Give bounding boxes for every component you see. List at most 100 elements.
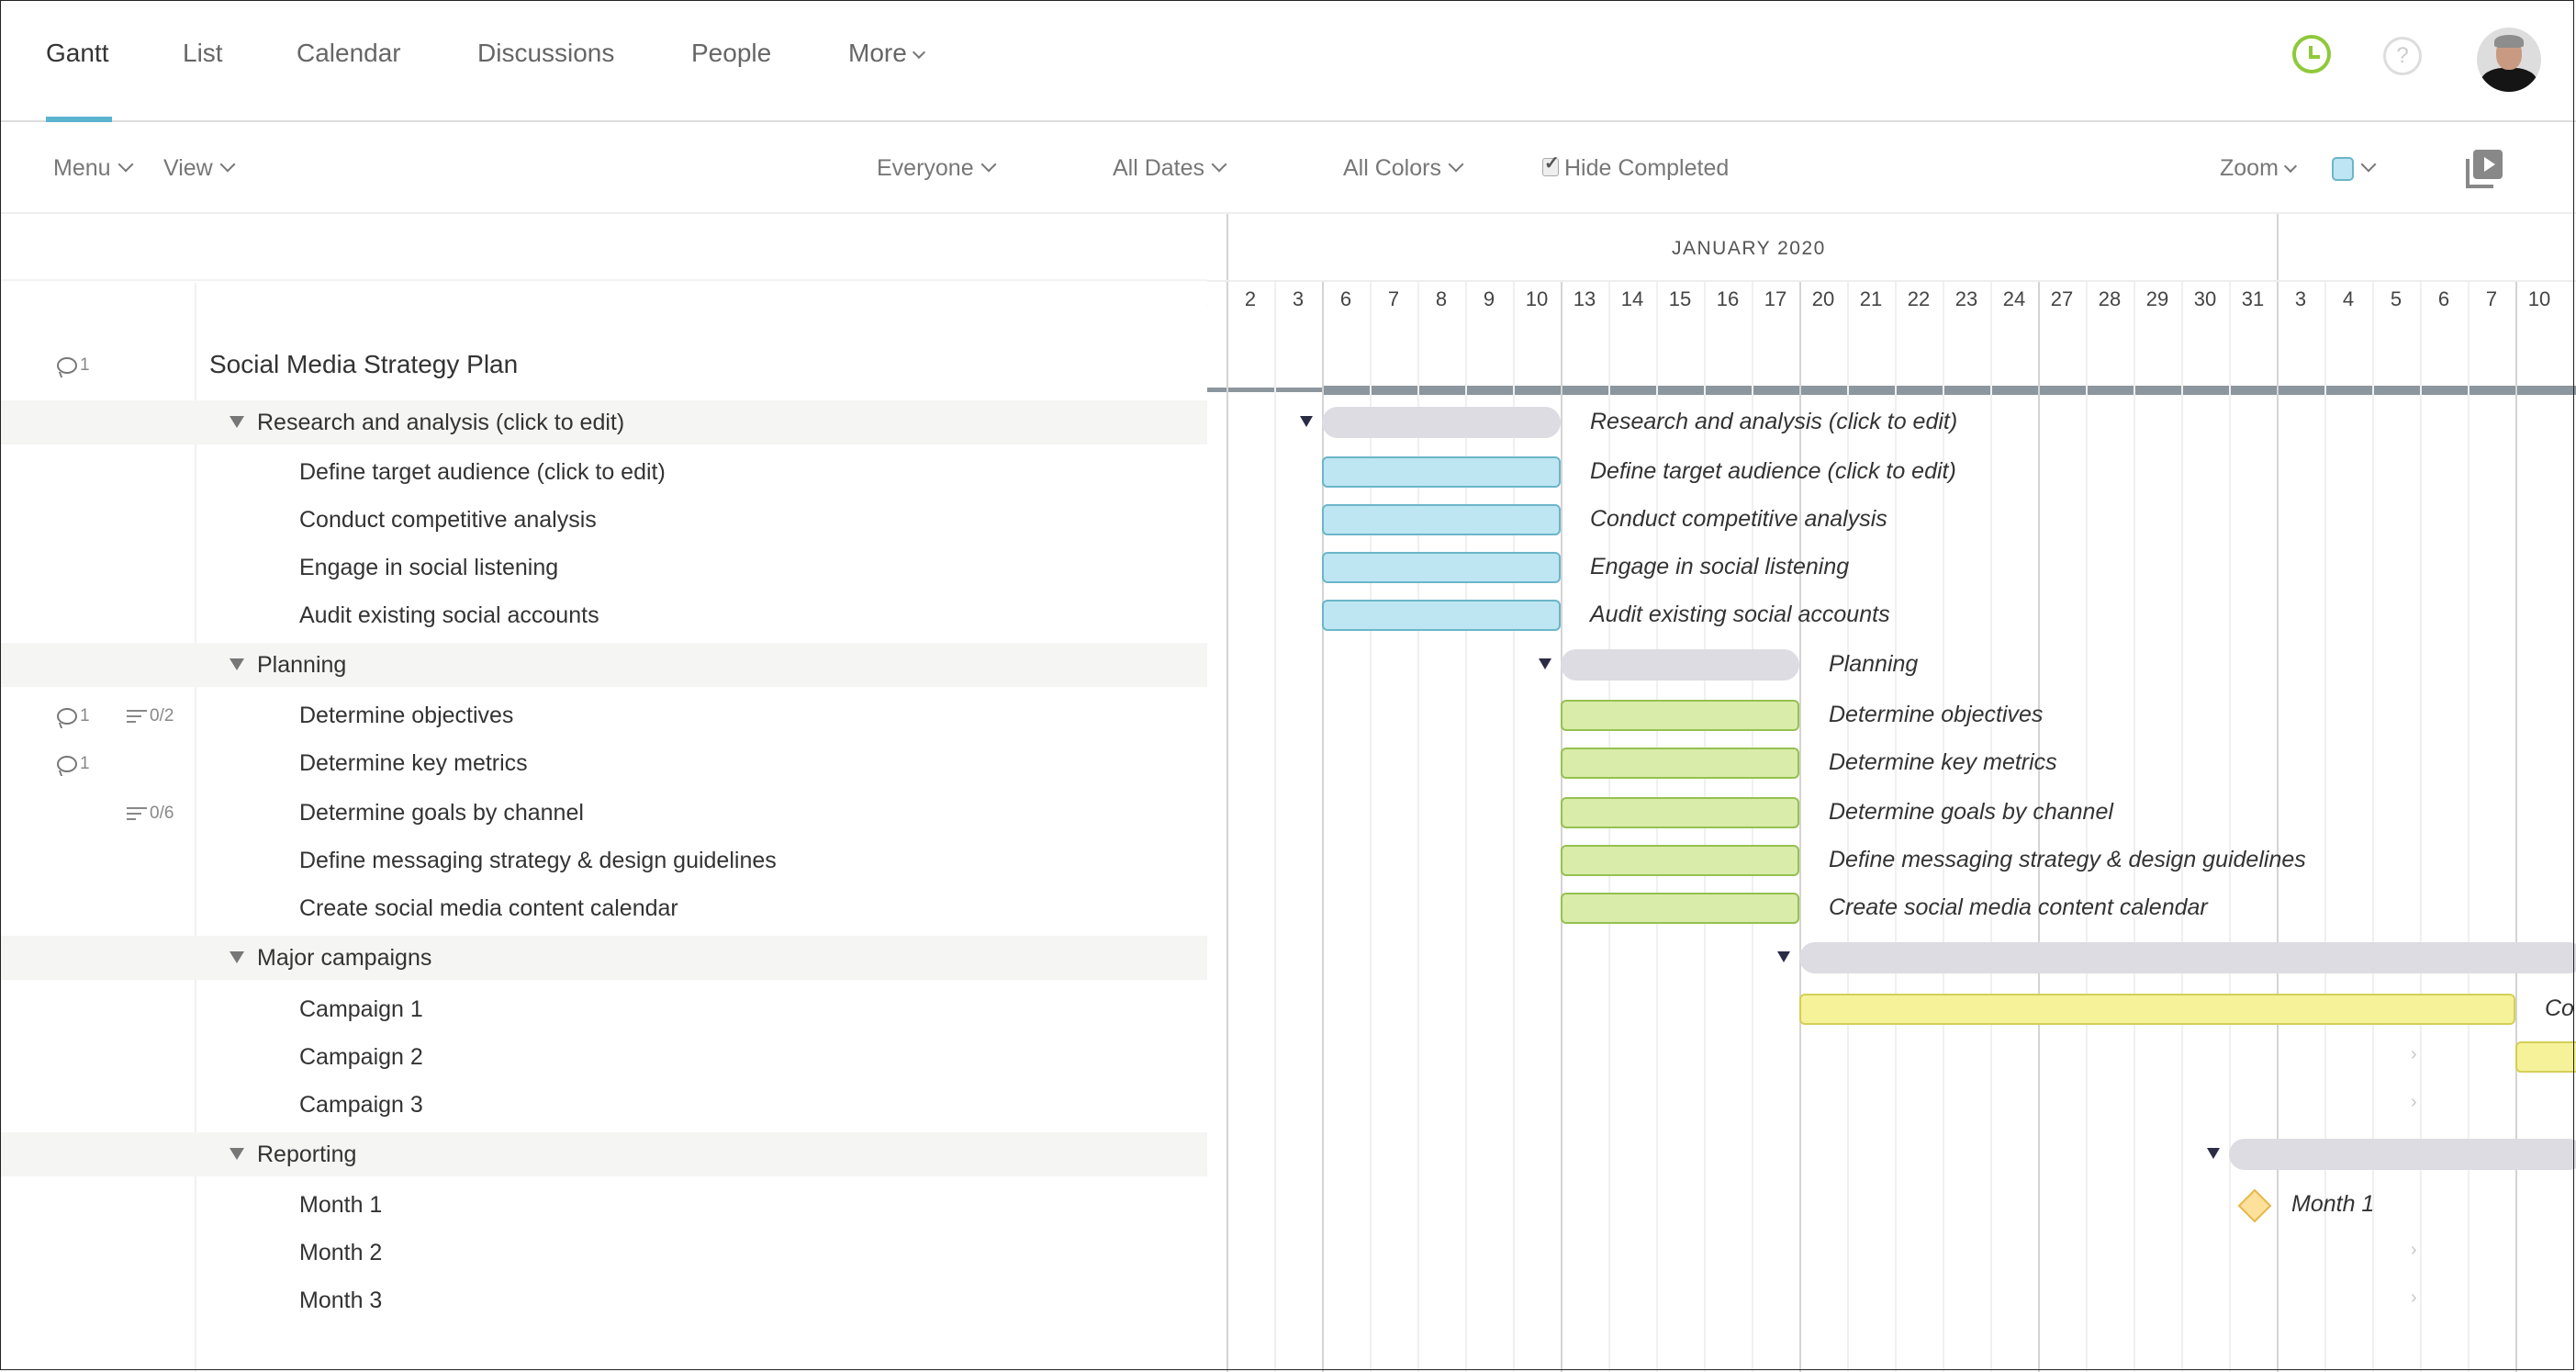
collapse-triangle-icon[interactable]	[230, 658, 244, 670]
task-bar[interactable]	[1561, 845, 1799, 876]
group-collapse-triangle-icon[interactable]	[1300, 416, 1313, 427]
bar-label: Research and analysis (click to edit)	[1590, 409, 1958, 434]
task-name[interactable]: Determine key metrics	[299, 750, 528, 777]
task-row[interactable]: Campaign 2	[0, 1035, 1207, 1079]
colors-filter[interactable]: All Colors	[1343, 155, 1464, 182]
group-row[interactable]: Major campaigns	[0, 936, 1207, 980]
task-name[interactable]: Determine goals by channel	[299, 800, 584, 827]
task-row[interactable]: 0/6 Determine goals by channel	[0, 791, 1207, 835]
time-tracking-clock-icon[interactable]	[2292, 35, 2331, 73]
tab-more[interactable]: More	[848, 39, 925, 68]
tab-discussions[interactable]: Discussions	[477, 39, 614, 68]
header-separator	[0, 279, 1207, 281]
collapse-triangle-icon[interactable]	[230, 951, 244, 963]
everyone-filter[interactable]: Everyone	[877, 155, 997, 182]
task-name[interactable]: Engage in social listening	[299, 555, 558, 581]
task-name[interactable]: Determine objectives	[299, 703, 513, 729]
group-row[interactable]: Research and analysis (click to edit)	[0, 400, 1207, 444]
dates-filter[interactable]: All Dates	[1113, 155, 1227, 182]
checklist-count[interactable]: 0/6	[127, 804, 174, 824]
task-row[interactable]: Month 2	[0, 1231, 1207, 1275]
comment-count[interactable]: 1	[57, 754, 90, 774]
task-bar[interactable]	[1561, 748, 1799, 779]
task-row[interactable]: Define messaging strategy & design guide…	[0, 838, 1207, 883]
group-name[interactable]: Planning	[257, 652, 346, 679]
task-bar[interactable]	[1322, 504, 1561, 535]
task-name[interactable]: Campaign 3	[299, 1092, 423, 1119]
comment-count[interactable]: 1	[57, 355, 90, 376]
group-collapse-triangle-icon[interactable]	[2207, 1148, 2220, 1159]
task-name[interactable]: Create social media content calendar	[299, 895, 678, 922]
task-row[interactable]: Audit existing social accounts	[0, 593, 1207, 637]
task-name[interactable]: Month 1	[299, 1192, 382, 1219]
task-bar[interactable]	[1561, 797, 1799, 828]
grid-line	[2420, 280, 2422, 1372]
task-row[interactable]: Conduct competitive analysis	[0, 498, 1207, 542]
day-label: 15	[1668, 287, 1692, 310]
task-bar[interactable]	[1322, 456, 1561, 488]
task-name[interactable]: Campaign 1	[299, 996, 423, 1023]
checklist-count[interactable]: 0/2	[127, 706, 174, 726]
day-label: 21	[1859, 287, 1883, 310]
comment-count[interactable]: 1	[57, 706, 90, 726]
color-swatch	[2332, 157, 2354, 182]
group-collapse-triangle-icon[interactable]	[1777, 951, 1790, 962]
tab-gantt[interactable]: Gantt	[46, 39, 108, 68]
group-name[interactable]: Research and analysis (click to edit)	[257, 410, 624, 436]
collapse-triangle-icon[interactable]	[230, 1148, 244, 1160]
presentation-mode-icon[interactable]	[2466, 150, 2503, 190]
hide-completed-toggle[interactable]: Hide Completed	[1542, 152, 1729, 182]
milestone-diamond-icon[interactable]	[2237, 1188, 2272, 1223]
task-name[interactable]: Define target audience (click to edit)	[299, 459, 666, 486]
grid-line	[2515, 280, 2517, 1372]
task-name[interactable]: Audit existing social accounts	[299, 602, 599, 629]
color-picker-dropdown[interactable]	[2332, 155, 2377, 182]
checklist-value: 0/2	[150, 706, 174, 725]
group-collapse-triangle-icon[interactable]	[1539, 658, 1551, 669]
task-name[interactable]: Month 3	[299, 1288, 382, 1314]
day-label: 3	[1292, 287, 1305, 310]
help-icon[interactable]: ?	[2383, 37, 2422, 75]
task-bar[interactable]	[1561, 700, 1799, 731]
task-name[interactable]: Month 2	[299, 1240, 382, 1266]
collapse-triangle-icon[interactable]	[230, 416, 244, 428]
task-bar[interactable]	[1799, 994, 2515, 1025]
project-row[interactable]: 1 Social Media Strategy Plan	[0, 343, 1207, 387]
task-row[interactable]: Month 1	[0, 1183, 1207, 1227]
task-name[interactable]: Campaign 2	[299, 1044, 423, 1071]
group-name[interactable]: Major campaigns	[257, 945, 431, 972]
task-row[interactable]: 1 0/2 Determine objectives	[0, 693, 1207, 737]
task-bar[interactable]	[1561, 893, 1799, 924]
user-avatar[interactable]	[2477, 28, 2541, 92]
task-bar[interactable]	[2515, 1041, 2576, 1073]
project-name[interactable]: Social Media Strategy Plan	[209, 350, 518, 379]
hide-completed-checkbox[interactable]	[1542, 152, 1560, 176]
view-dropdown[interactable]: View	[163, 155, 236, 182]
task-name[interactable]: Conduct competitive analysis	[299, 507, 597, 534]
group-summary-bar[interactable]	[1322, 407, 1561, 438]
task-row[interactable]: Create social media content calendar	[0, 886, 1207, 930]
task-row[interactable]: Month 3	[0, 1278, 1207, 1322]
zoom-dropdown[interactable]: Zoom	[2220, 155, 2297, 182]
group-summary-bar[interactable]	[1799, 942, 2576, 973]
group-row[interactable]: Reporting	[0, 1132, 1207, 1176]
task-name[interactable]: Define messaging strategy & design guide…	[299, 848, 777, 874]
day-label: 17	[1764, 287, 1787, 310]
tab-people[interactable]: People	[691, 39, 771, 68]
tab-list[interactable]: List	[183, 39, 223, 68]
task-bar[interactable]	[1322, 600, 1561, 631]
task-row[interactable]: Campaign 3	[0, 1083, 1207, 1127]
task-row[interactable]: Define target audience (click to edit)	[0, 450, 1207, 494]
task-row[interactable]: Engage in social listening	[0, 545, 1207, 590]
task-bar[interactable]	[1322, 552, 1561, 583]
tab-calendar[interactable]: Calendar	[297, 39, 401, 68]
task-row[interactable]: Campaign 1	[0, 987, 1207, 1031]
group-row[interactable]: Planning	[0, 643, 1207, 687]
menu-dropdown[interactable]: Menu	[53, 155, 134, 182]
group-summary-bar[interactable]	[1561, 649, 1799, 680]
project-summary-bar[interactable]	[1322, 386, 2576, 395]
bar-label: Determine objectives	[1829, 702, 2044, 727]
group-name[interactable]: Reporting	[257, 1141, 356, 1168]
task-row[interactable]: 1 Determine key metrics	[0, 741, 1207, 785]
group-summary-bar[interactable]	[2229, 1139, 2576, 1170]
